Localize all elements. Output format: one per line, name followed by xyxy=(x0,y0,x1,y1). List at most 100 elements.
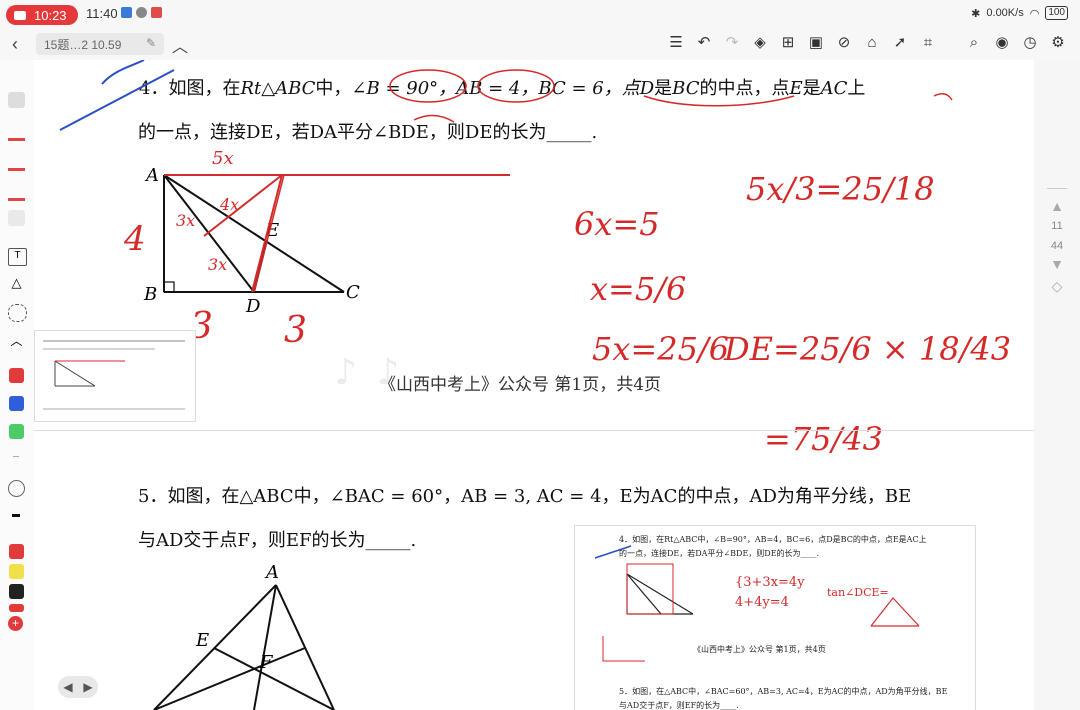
wifi-icon: ◠ xyxy=(1029,7,1040,20)
eraser-icon[interactable] xyxy=(8,92,25,108)
edit-icon[interactable]: ✎ xyxy=(146,36,156,50)
page-switcher[interactable]: ◀ ▶ xyxy=(58,676,98,698)
right-angle-mark xyxy=(163,281,175,293)
tool-group-right: ⌕ ◉ ◷ ⚙ xyxy=(964,33,1068,53)
bluetooth-icon: ✱ xyxy=(971,7,981,20)
segment-be xyxy=(153,647,306,710)
status-right: ✱ 0.00K/s ◠ 100 xyxy=(971,6,1068,20)
note-3: 3 xyxy=(284,310,307,351)
nav-divider xyxy=(1047,188,1067,189)
next-icon[interactable]: ▶ xyxy=(83,680,92,694)
underline xyxy=(413,114,455,123)
tool-group: ☰ ↶ ↷ ◈ ⊞ ▣ ⊘ ⌂ ➚ ⌗ xyxy=(666,33,938,53)
svg-text:{3+3x=4y: {3+3x=4y xyxy=(735,575,805,590)
pen-toolbar: T △ ︿ + xyxy=(0,60,35,710)
note-4: 4 xyxy=(123,219,146,259)
clock: 11:40 xyxy=(86,6,118,21)
recording-time: 10:23 xyxy=(34,7,67,23)
gear-icon[interactable]: ⚙ xyxy=(1048,33,1068,53)
underline xyxy=(933,93,953,101)
page-divider xyxy=(34,430,1034,431)
battery-indicator: 100 xyxy=(1045,6,1068,20)
label-a: A xyxy=(264,562,279,583)
timer-icon[interactable]: ◷ xyxy=(1020,33,1040,53)
app-icon xyxy=(121,7,132,18)
document-title[interactable]: 15题…2 10.59 ✎ xyxy=(36,33,164,55)
note-3x: 3x xyxy=(208,255,227,274)
lasso-icon[interactable] xyxy=(8,304,27,322)
color-red-checked[interactable] xyxy=(9,368,24,383)
page-navigator: ▲ 11 44 ▼ ◇ xyxy=(1034,60,1080,710)
layers-icon[interactable]: ◈ xyxy=(750,33,770,53)
thumbnail-figure: {3+3x=4y 4+4y=4 tan∠DCE= xyxy=(594,545,920,662)
pointer-icon[interactable]: ➚ xyxy=(890,33,910,53)
label-b: B xyxy=(143,284,157,305)
chevron-up-icon[interactable]: ︿ xyxy=(8,332,25,348)
outline-icon[interactable]: ☰ xyxy=(666,33,686,53)
layers-icon[interactable]: ◇ xyxy=(1034,278,1080,295)
note-6x-5: 6x=5 xyxy=(574,205,660,243)
color-blue[interactable] xyxy=(9,396,24,411)
circle-bc xyxy=(477,69,555,103)
note-4x: 4x xyxy=(219,195,239,214)
insert-page-icon[interactable]: ⊞ xyxy=(778,33,798,53)
svg-text:4+4y=4: 4+4y=4 xyxy=(735,595,789,610)
thin-stroke-icon[interactable] xyxy=(13,456,19,457)
thumb-q5-line2: 与AD交于点F，则EF的长为____. xyxy=(619,701,739,710)
label-a: A xyxy=(144,165,159,186)
ink-stroke xyxy=(59,69,175,131)
note-5x: 5x=25/6 xyxy=(592,330,729,368)
document-title-text: 15题…2 10.59 xyxy=(44,37,122,52)
label-d: D xyxy=(245,296,261,317)
note-result: =75/43 xyxy=(764,420,883,458)
document-page[interactable]: 4．如图，在Rt△ABC中，∠B = 90°，AB = 4，BC = 6，点D是… xyxy=(34,60,1034,710)
thumbnail-large[interactable]: 4．如图，在Rt△ABC中，∠B=90°，AB=4，BC=6，点D是BC的中点，… xyxy=(574,525,976,710)
shapes-icon[interactable]: △ xyxy=(8,276,25,292)
color-green[interactable] xyxy=(9,424,24,439)
lock-icon[interactable]: ⌂ xyxy=(862,33,882,53)
prev-icon[interactable]: ◀ xyxy=(63,680,72,694)
segment-ac xyxy=(163,174,345,293)
chevron-up-icon[interactable]: ︿ xyxy=(172,33,188,57)
label-e: E xyxy=(195,630,209,651)
text-tool-icon[interactable]: T xyxy=(8,248,27,266)
image-icon[interactable]: ▣ xyxy=(806,33,826,53)
read-mode-icon[interactable]: ◉ xyxy=(992,33,1012,53)
undo-icon[interactable]: ↶ xyxy=(694,33,714,53)
app-icon xyxy=(136,7,147,18)
hide-icon[interactable]: ⊘ xyxy=(834,33,854,53)
color-yellow[interactable] xyxy=(9,564,24,579)
pen-red-icon[interactable] xyxy=(8,152,25,171)
pen-red-icon[interactable] xyxy=(8,122,25,141)
redo-icon[interactable]: ↷ xyxy=(722,33,742,53)
page-down-icon[interactable]: ▼ xyxy=(1034,256,1080,272)
stroke-width-icon[interactable] xyxy=(12,514,20,517)
recording-indicator[interactable]: 10:23 xyxy=(6,5,78,25)
thumb-q5-line1: 5．如图，在△ABC中，∠BAC=60°，AB=3, AC=4，E为AC的中点，… xyxy=(619,687,948,696)
toolbar: ‹ 15题…2 10.59 ✎ ︿ ☰ ↶ ↷ ◈ ⊞ ▣ ⊘ ⌂ ➚ ⌗ ⌕ … xyxy=(0,28,1080,60)
question-5-line-2: 与AD交于点F，则EF的长为_____. xyxy=(138,530,417,551)
crop-icon[interactable]: ⌗ xyxy=(918,33,938,53)
current-page: 11 xyxy=(1051,220,1063,232)
label-f: F xyxy=(259,652,274,673)
segment-ad xyxy=(163,174,255,293)
page-footer: 《山西中考上》公众号 第1页，共4页 xyxy=(379,375,662,395)
segment-ac xyxy=(275,584,335,710)
add-color-icon[interactable]: + xyxy=(8,616,23,631)
note-5x: 5x xyxy=(212,148,234,169)
thumbnail-small[interactable] xyxy=(34,330,196,422)
color-red[interactable] xyxy=(9,544,24,559)
pen-icon[interactable] xyxy=(8,210,25,226)
thumb-footer: 《山西中考上》公众号 第1页，共4页 xyxy=(693,645,826,654)
back-icon[interactable]: ‹ xyxy=(12,34,18,55)
color-black[interactable] xyxy=(9,584,24,599)
page-up-icon[interactable]: ▲ xyxy=(1034,198,1080,214)
note-x: x=5/6 xyxy=(590,270,686,308)
minus-icon[interactable] xyxy=(8,480,25,497)
svg-text:tan∠DCE=: tan∠DCE= xyxy=(827,586,889,599)
color-red[interactable] xyxy=(9,604,24,612)
underline xyxy=(643,95,795,107)
pen-red-icon[interactable] xyxy=(8,182,25,201)
circle-ab xyxy=(389,69,467,103)
search-doc-icon[interactable]: ⌕ xyxy=(964,33,984,53)
